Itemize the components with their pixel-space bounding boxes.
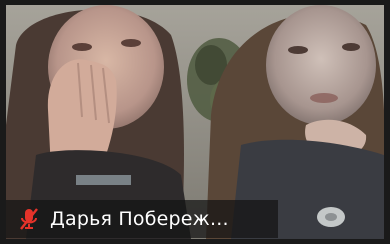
participant-name: Дарья Побереж... [50,208,229,230]
video-tile[interactable]: Дарья Побереж... [0,0,390,244]
participant-name-bar: Дарья Побереж... [6,200,278,238]
microphone-muted-icon [18,207,40,231]
